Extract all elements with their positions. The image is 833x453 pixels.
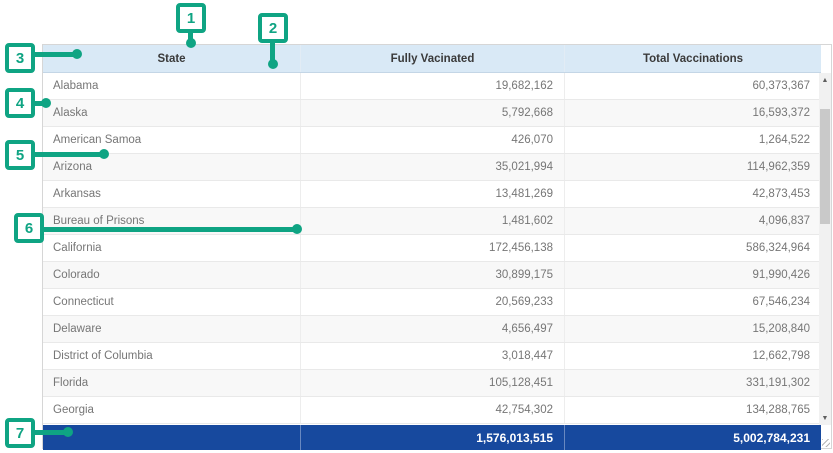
total-vaccinations-cell: 134,288,765 [565,397,821,423]
callout-dot [268,59,278,69]
callout-box: 6 [14,213,44,243]
table-row[interactable]: Colorado30,899,17591,990,426 [43,262,821,289]
scroll-up-icon[interactable]: ▲ [819,73,831,87]
fully-vaccinated-cell: 1,481,602 [301,208,565,234]
total-vaccinations-cell: 5,002,784,231 [565,425,821,450]
table-header-row: State Fully Vacinated Total Vaccinations [43,45,821,73]
total-vaccinations-cell: 42,873,453 [565,181,821,207]
table-row[interactable]: Georgia42,754,302134,288,765 [43,397,821,424]
table-row[interactable]: Connecticut20,569,23367,546,234 [43,289,821,316]
fully-vaccinated-cell: 35,021,994 [301,154,565,180]
resize-grip-icon[interactable] [822,439,830,447]
callout-line [42,227,295,232]
total-vaccinations-cell: 114,962,359 [565,154,821,180]
screenshot-stage: State Fully Vacinated Total Vaccinations… [0,0,833,453]
table-row[interactable]: Arkansas13,481,26942,873,453 [43,181,821,208]
fully-vaccinated-cell: 42,754,302 [301,397,565,423]
fully-vaccinated-cell: 3,018,447 [301,343,565,369]
total-vaccinations-cell: 4,096,837 [565,208,821,234]
state-cell: American Samoa [43,127,301,153]
total-vaccinations-cell: 67,546,234 [565,289,821,315]
state-cell: California [43,235,301,261]
table-row[interactable]: District of Columbia3,018,44712,662,798 [43,343,821,370]
total-vaccinations-cell: 12,662,798 [565,343,821,369]
table-row[interactable]: Delaware4,656,49715,208,840 [43,316,821,343]
callout-number: 4 [16,95,24,112]
callout-box: 4 [5,88,35,118]
table-row[interactable]: California172,456,138586,324,964 [43,235,821,262]
table-row[interactable]: Alaska5,792,66816,593,372 [43,100,821,127]
total-state-cell [43,425,301,450]
vaccination-table: State Fully Vacinated Total Vaccinations… [42,44,832,449]
callout-dot [292,224,302,234]
state-cell: Arizona [43,154,301,180]
state-cell: Arkansas [43,181,301,207]
total-row: 1,576,013,515 5,002,784,231 [43,425,821,450]
scroll-down-icon[interactable]: ▼ [819,411,831,425]
callout-number: 2 [269,20,277,37]
callout-box: 5 [5,140,35,170]
fully-vaccinated-cell: 5,792,668 [301,100,565,126]
total-vaccinations-cell: 586,324,964 [565,235,821,261]
vertical-scrollbar[interactable]: ▲ ▼ [819,73,831,425]
state-cell: Connecticut [43,289,301,315]
table-row[interactable]: American Samoa426,0701,264,522 [43,127,821,154]
callout-line [33,52,75,57]
fully-vaccinated-cell: 13,481,269 [301,181,565,207]
fully-vaccinated-cell: 19,682,162 [301,73,565,99]
total-vaccinations-cell: 15,208,840 [565,316,821,342]
callout-box: 2 [258,13,288,43]
total-vaccinations-cell: 16,593,372 [565,100,821,126]
callout-number: 6 [25,220,33,237]
table-row[interactable]: Alabama19,682,16260,373,367 [43,73,821,100]
fully-vaccinated-cell: 105,128,451 [301,370,565,396]
callout-number: 3 [16,50,24,67]
state-cell: Alaska [43,100,301,126]
callout-line [33,152,103,157]
callout-dot [72,49,82,59]
fully-vaccinated-cell: 426,070 [301,127,565,153]
fully-vaccinated-cell: 172,456,138 [301,235,565,261]
callout-box: 7 [5,418,35,448]
column-header-state[interactable]: State [43,45,301,72]
total-vaccinations-cell: 91,990,426 [565,262,821,288]
callout-dot [99,149,109,159]
table-row[interactable]: Florida105,128,451331,191,302 [43,370,821,397]
callout-box: 3 [5,43,35,73]
callout-line [33,430,67,435]
state-cell: District of Columbia [43,343,301,369]
fully-vaccinated-cell: 30,899,175 [301,262,565,288]
callout-number: 5 [16,147,24,164]
table-body: Alabama19,682,16260,373,367Alaska5,792,6… [43,73,821,425]
total-vaccinations-cell: 1,264,522 [565,127,821,153]
state-cell: Colorado [43,262,301,288]
total-fully-vaccinated-cell: 1,576,013,515 [301,425,565,450]
state-cell: Alabama [43,73,301,99]
fully-vaccinated-cell: 20,569,233 [301,289,565,315]
callout-box: 1 [176,3,206,33]
scrollbar-thumb[interactable] [820,109,830,224]
callout-dot [63,427,73,437]
state-cell: Florida [43,370,301,396]
table-row[interactable]: Arizona35,021,994114,962,359 [43,154,821,181]
column-header-total-vaccinations[interactable]: Total Vaccinations [565,45,821,72]
total-vaccinations-cell: 331,191,302 [565,370,821,396]
callout-number: 7 [16,425,24,442]
fully-vaccinated-cell: 4,656,497 [301,316,565,342]
state-cell: Georgia [43,397,301,423]
callout-dot [41,98,51,108]
callout-number: 1 [187,10,195,27]
state-cell: Delaware [43,316,301,342]
total-vaccinations-cell: 60,373,367 [565,73,821,99]
column-header-fully-vaccinated[interactable]: Fully Vacinated [301,45,565,72]
callout-dot [186,38,196,48]
